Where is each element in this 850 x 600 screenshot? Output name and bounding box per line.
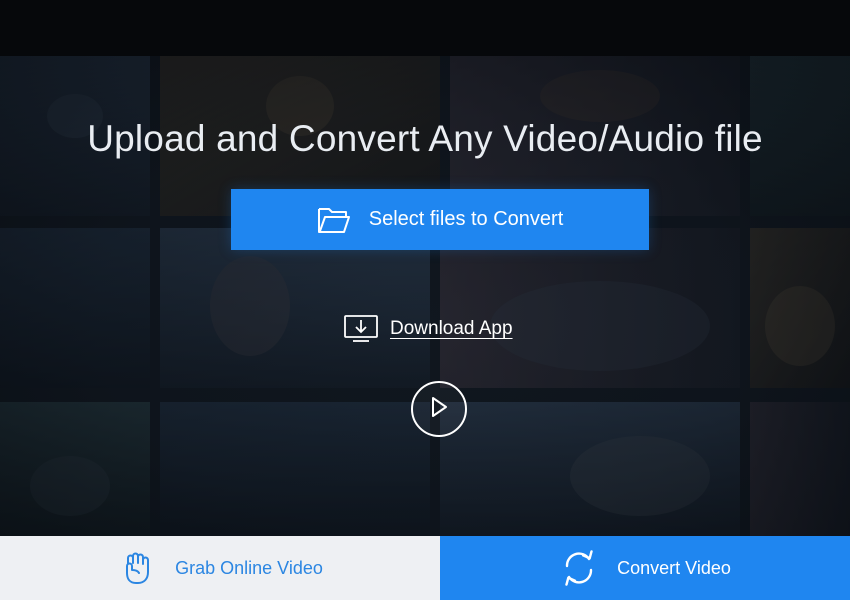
- select-files-label: Select files to Convert: [368, 208, 564, 230]
- download-app-link[interactable]: Download App: [390, 318, 513, 340]
- refresh-cycle-icon: [559, 548, 599, 588]
- bottom-tab-bar: Grab Online Video Convert Video: [0, 536, 850, 600]
- hero-title: Upload and Convert Any Video/Audio file: [87, 118, 763, 159]
- select-files-button[interactable]: Select files to Convert: [231, 189, 649, 250]
- hero-section: Upload and Convert Any Video/Audio file …: [0, 56, 850, 536]
- tab-convert-video[interactable]: Convert Video: [440, 536, 850, 600]
- converter-page: Upload and Convert Any Video/Audio file …: [0, 0, 850, 600]
- tab-grab-online-video[interactable]: Grab Online Video: [0, 536, 440, 600]
- tab-convert-label: Convert Video: [617, 557, 731, 578]
- play-icon: [428, 395, 450, 424]
- folder-open-icon: [317, 205, 351, 235]
- top-bar: [0, 0, 850, 56]
- tab-grab-label: Grab Online Video: [175, 557, 323, 578]
- download-monitor-icon[interactable]: [343, 314, 379, 344]
- download-app-row: Download App: [343, 314, 513, 344]
- hand-fist-icon: [117, 548, 157, 588]
- play-video-button[interactable]: [411, 381, 467, 437]
